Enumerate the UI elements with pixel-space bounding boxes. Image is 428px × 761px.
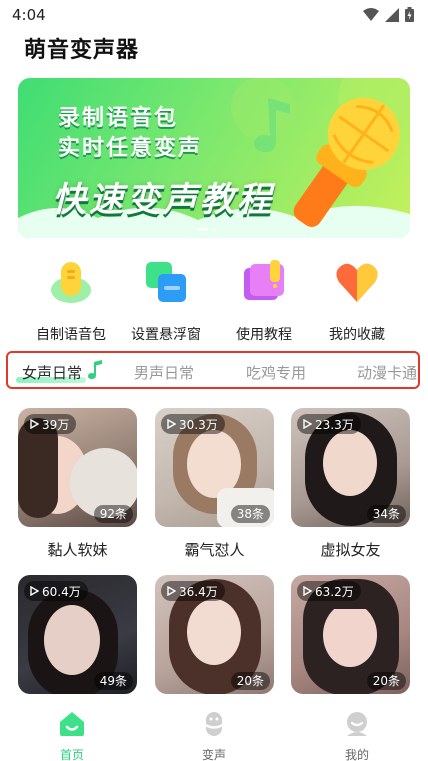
play-count-badge: 60.4万	[24, 581, 88, 601]
home-icon	[60, 712, 84, 736]
clip-count-badge: 38条	[230, 505, 270, 523]
play-count-badge: 36.4万	[161, 581, 225, 601]
status-time: 4:04	[12, 6, 46, 24]
card-title: 虚拟女友	[320, 541, 381, 559]
feature-shortcuts: 自制语音包 设置悬浮窗 使用教程 我的收藏	[0, 258, 428, 348]
voice-pack-card[interactable]: 60.4万 49条	[18, 575, 137, 694]
nav-profile[interactable]: 我的	[317, 711, 397, 761]
floating-window-icon	[146, 262, 186, 302]
card-thumbnail: 39万 92条	[18, 408, 137, 527]
clip-count-badge: 49条	[93, 672, 133, 690]
play-count: 23.3万	[315, 417, 354, 432]
music-note-icon	[88, 360, 102, 379]
play-count-badge: 23.3万	[297, 414, 361, 434]
voice-pack-card[interactable]: 39万 92条 黏人软妹	[18, 408, 137, 560]
clip-count-badge: 34条	[366, 505, 406, 523]
card-title: 霸气怼人	[184, 541, 245, 559]
feature-label: 自制语音包	[36, 327, 106, 343]
banner-line-2: 实时任意变声	[58, 136, 203, 161]
nav-label: 首页	[59, 748, 84, 761]
voice-pack-card[interactable]: 30.3万 38条 霸气怼人	[155, 408, 274, 560]
feature-floating-window[interactable]: 设置悬浮窗	[116, 258, 216, 344]
play-count-badge: 63.2万	[297, 581, 361, 601]
tutorial-book-icon	[244, 260, 284, 300]
play-count: 30.3万	[179, 417, 218, 432]
nav-home[interactable]: 首页	[32, 711, 112, 761]
play-count: 60.4万	[42, 584, 81, 599]
voice-pack-card[interactable]: 63.2万 20条	[291, 575, 410, 694]
carousel-dot-active	[198, 228, 208, 231]
feature-label: 使用教程	[236, 327, 292, 343]
play-icon	[303, 586, 312, 596]
feature-tutorial[interactable]: 使用教程	[214, 258, 314, 344]
signal-icon	[385, 7, 399, 22]
card-thumbnail: 63.2万 20条	[291, 575, 410, 694]
voice-pack-card[interactable]: 36.4万 20条	[155, 575, 274, 694]
carousel-dot	[212, 228, 218, 231]
tab-male-daily[interactable]: 男声日常	[134, 362, 194, 383]
bottom-navigation: 首页 变声 我的	[0, 705, 428, 761]
card-thumbnail: 23.3万 34条	[291, 408, 410, 527]
feature-label: 设置悬浮窗	[131, 327, 201, 343]
clip-count-badge: 20条	[230, 672, 270, 690]
tab-female-daily[interactable]: 女声日常	[22, 362, 82, 383]
heart-icon	[336, 263, 378, 302]
play-count-badge: 39万	[24, 414, 77, 434]
play-icon	[303, 419, 312, 429]
nav-label: 我的	[344, 748, 369, 761]
wifi-icon	[363, 7, 379, 21]
play-count: 36.4万	[179, 584, 218, 599]
tab-pubg-special[interactable]: 吃鸡专用	[246, 362, 306, 383]
card-thumbnail: 36.4万 20条	[155, 575, 274, 694]
card-thumbnail: 30.3万 38条	[155, 408, 274, 527]
status-bar: 4:04	[0, 0, 428, 30]
feature-favorites[interactable]: 我的收藏	[307, 258, 407, 344]
battery-icon	[405, 7, 414, 22]
play-icon	[167, 419, 176, 429]
nav-voice-change[interactable]: 变声	[174, 711, 254, 761]
play-icon	[30, 586, 39, 596]
feature-label: 我的收藏	[329, 327, 385, 343]
nav-label: 变声	[201, 748, 226, 761]
card-title: 黏人软妹	[47, 541, 108, 559]
voice-change-icon	[203, 712, 225, 736]
banner-line-1: 录制语音包	[58, 106, 179, 131]
category-tabs: 女声日常 男声日常 吃鸡专用 动漫卡通	[6, 351, 420, 389]
banner-headline: 快速变声教程	[52, 180, 274, 220]
yellow-mic-icon	[51, 262, 91, 303]
status-icons	[363, 7, 414, 22]
tab-anime-cartoon[interactable]: 动漫卡通	[357, 362, 417, 383]
profile-icon	[347, 712, 367, 736]
clip-count-badge: 92条	[93, 505, 133, 523]
play-count: 63.2万	[315, 584, 354, 599]
microphone-illustration	[293, 97, 400, 227]
feature-custom-voice-pack[interactable]: 自制语音包	[21, 258, 121, 344]
voice-pack-card[interactable]: 23.3万 34条 虚拟女友	[291, 408, 410, 560]
play-icon	[30, 419, 39, 429]
clip-count-badge: 20条	[366, 672, 406, 690]
card-thumbnail: 60.4万 49条	[18, 575, 137, 694]
carousel-indicator	[198, 228, 218, 231]
banner-carousel[interactable]: 录制语音包 实时任意变声 快速变声教程	[18, 78, 410, 238]
play-count: 39万	[42, 417, 70, 432]
app-title: 萌音变声器	[24, 38, 140, 63]
play-count-badge: 30.3万	[161, 414, 225, 434]
play-icon	[167, 586, 176, 596]
